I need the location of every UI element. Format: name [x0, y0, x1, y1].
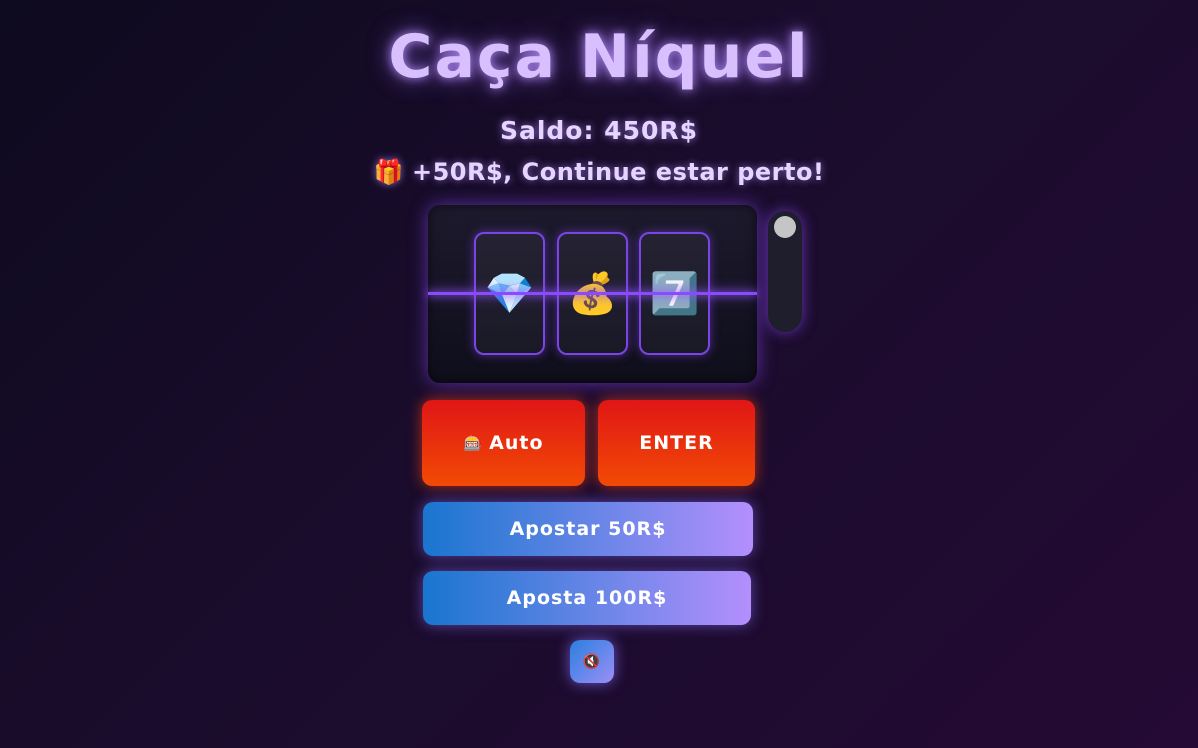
muted-speaker-icon: 🔇 [582, 653, 602, 670]
mute-button[interactable]: 🔇 [570, 640, 614, 683]
slot-machine-icon: 🎰 [463, 434, 484, 452]
auto-label: Auto [489, 432, 544, 454]
bet-50-button[interactable]: Apostar 50R$ [423, 502, 753, 556]
page-title: Caça Níquel [388, 22, 810, 92]
enter-button[interactable]: ENTER [598, 400, 755, 486]
slot-machine: 💎 💰 7️⃣ [428, 205, 757, 383]
slot-lever[interactable] [768, 211, 802, 332]
bet-100-button[interactable]: Aposta 100R$ [423, 571, 751, 625]
auto-spin-button[interactable]: 🎰 Auto [422, 400, 585, 486]
win-message-text: +50R$, Continue estar perto! [411, 158, 825, 186]
payline [428, 292, 757, 295]
balance-display: Saldo: 450R$ [499, 116, 699, 145]
gift-icon: 🎁 [373, 158, 404, 186]
win-message: 🎁 +50R$, Continue estar perto! [0, 158, 1198, 186]
lever-knob[interactable] [774, 216, 796, 238]
